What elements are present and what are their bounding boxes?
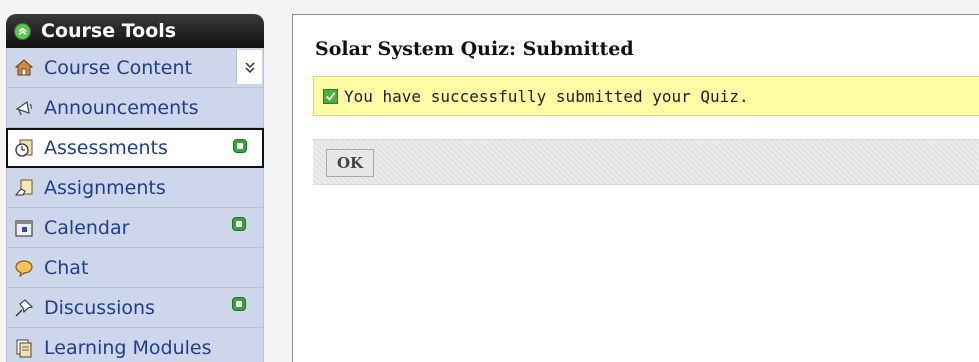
new-content-icon	[233, 139, 247, 153]
new-content-icon	[232, 297, 246, 311]
sidebar-item-assessments[interactable]: Assessments	[6, 128, 264, 168]
course-content-dropdown-button[interactable]	[236, 50, 262, 84]
ok-button[interactable]: OK	[326, 149, 374, 177]
success-banner: You have successfully submitted your Qui…	[313, 76, 979, 116]
sidebar-item-label: Discussions	[44, 296, 155, 319]
success-message: You have successfully submitted your Qui…	[344, 86, 749, 106]
sidebar-item-label: Learning Modules	[44, 336, 212, 359]
sidebar-item-label: Chat	[44, 256, 89, 279]
sidebar-item-learning-modules[interactable]: Learning Modules	[6, 328, 264, 362]
home-icon	[13, 57, 35, 79]
sidebar-item-label: Assignments	[44, 176, 166, 199]
chevron-down-icon	[244, 62, 255, 74]
module-pages-icon	[13, 337, 35, 359]
page-title: Solar System Quiz: Submitted	[315, 38, 634, 60]
sidebar-item-calendar[interactable]: Calendar	[6, 208, 264, 248]
sidebar-item-assignments[interactable]: Assignments	[6, 168, 264, 208]
button-bar: OK	[313, 139, 979, 185]
course-tools-sidebar: Course Tools Course Content Announcement…	[6, 14, 264, 362]
sidebar-item-label: Course Content	[44, 56, 192, 79]
assignment-hand-icon	[13, 177, 35, 199]
lms-page: Course Tools Course Content Announcement…	[0, 0, 979, 362]
sidebar-item-label: Announcements	[44, 96, 199, 119]
new-content-icon	[232, 217, 246, 231]
calendar-icon	[13, 217, 35, 239]
speech-bubble-icon	[13, 257, 35, 279]
sidebar-item-course-content[interactable]: Course Content	[6, 48, 264, 88]
checkmark-icon	[323, 88, 338, 104]
course-tools-title: Course Tools	[41, 20, 177, 42]
sidebar-item-announcements[interactable]: Announcements	[6, 88, 264, 128]
course-tools-header[interactable]: Course Tools	[6, 14, 264, 48]
collapse-up-icon[interactable]	[14, 22, 31, 40]
course-tools-list: Course Content Announcements Assessments…	[6, 48, 264, 362]
sidebar-item-label: Assessments	[44, 137, 168, 159]
clock-quiz-icon	[13, 137, 35, 159]
main-content: Solar System Quiz: Submitted You have su…	[292, 14, 979, 362]
megaphone-icon	[13, 97, 35, 119]
pushpin-icon	[13, 297, 35, 319]
sidebar-item-chat[interactable]: Chat	[6, 248, 264, 288]
sidebar-item-label: Calendar	[44, 216, 130, 239]
sidebar-item-discussions[interactable]: Discussions	[6, 288, 264, 328]
